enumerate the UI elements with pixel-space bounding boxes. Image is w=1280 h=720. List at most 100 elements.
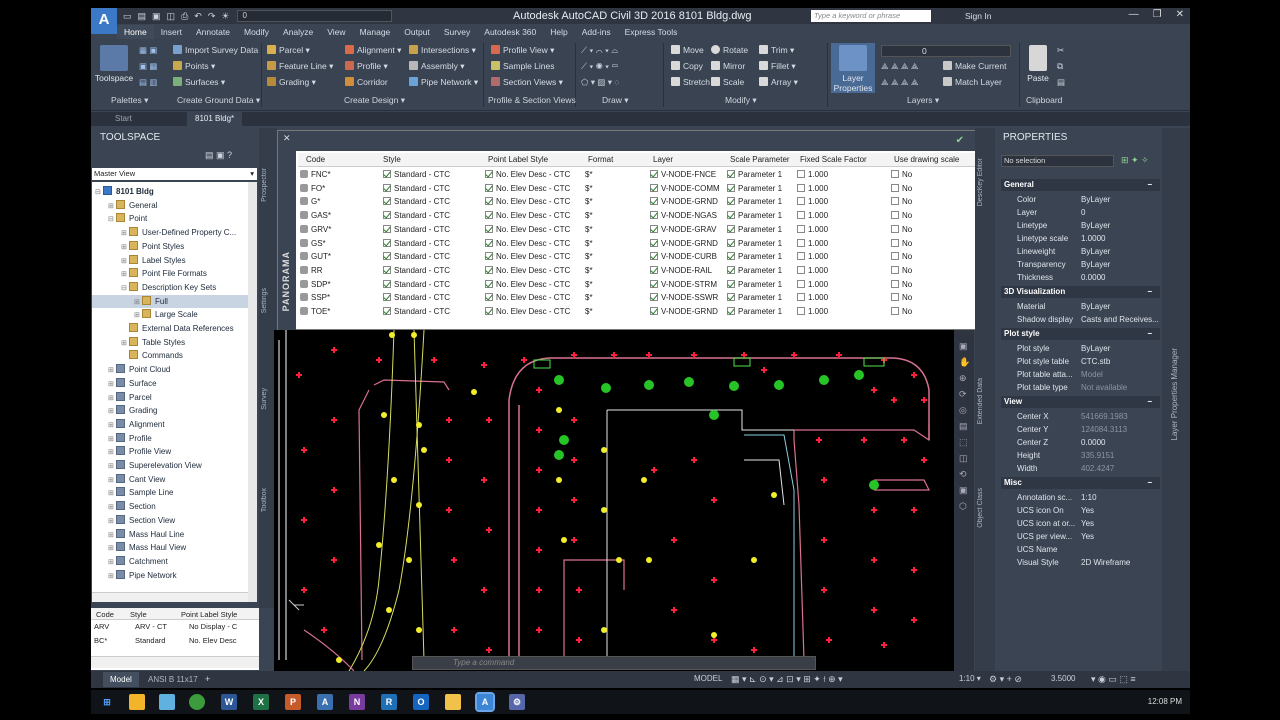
property-category[interactable]: 3D Visualization − [1001,286,1160,298]
tree-node[interactable]: ⊟ Description Key Sets [92,281,248,294]
assembly-button[interactable]: Assembly ▾ [409,61,464,72]
column-header[interactable]: Use drawing scale [894,153,959,167]
rotate-button[interactable]: Rotate [711,45,748,55]
grid-cell[interactable]: No. Elev Desc - CTC [485,223,570,237]
header-style[interactable]: Style [130,610,147,619]
tab-home[interactable]: Home [117,25,154,39]
checkbox[interactable] [383,238,391,247]
expand-icon[interactable]: ⊞ [121,241,129,254]
checkbox[interactable] [383,211,391,220]
tab-prospector[interactable]: Prospector [261,168,268,202]
scale-button[interactable]: Scale [711,77,744,87]
grid-cell[interactable]: GUT* [300,250,331,264]
table-row[interactable]: FNC* Standard - CTC No. Elev Desc - CTC $* V… [298,168,978,182]
checkbox[interactable] [650,293,658,302]
corridor-button[interactable]: Corridor [345,77,388,87]
tree-horizontal-scrollbar[interactable] [92,592,248,602]
checkbox[interactable] [383,293,391,302]
palette-icons[interactable]: ▦ ▣ [139,45,157,56]
tree-node[interactable]: ⊞ Grading [92,404,248,417]
collapse-icon[interactable]: ⊟ [121,282,129,295]
layer-tools-row2[interactable]: ⟁ ⟁ ⟁ ⟁ [881,77,918,88]
grid-cell[interactable]: GS* [300,237,326,251]
points-button[interactable]: Points ▾ [173,61,215,72]
panel-create-ground[interactable]: Create Ground Data ▾ [177,95,260,106]
grid-cell[interactable]: Standard - CTC [383,168,450,182]
grid-cell[interactable]: Parameter 1 [727,195,782,209]
checkbox[interactable] [485,238,493,247]
grid-cell[interactable]: No [891,264,912,278]
grid-cell[interactable]: TOE* [300,305,330,319]
tab-autodesk-360[interactable]: Autodesk 360 [477,25,543,39]
checkbox[interactable] [797,279,805,288]
column-header[interactable]: Format [588,153,613,167]
checkbox[interactable] [485,170,493,178]
grid-cell[interactable]: SDP* [300,278,331,292]
profile-view-button[interactable]: Profile View ▾ [491,45,554,56]
tree-node[interactable]: ⊟ Point [92,212,248,225]
layer-icon[interactable]: ☀ [221,11,229,22]
checkbox[interactable] [727,197,735,206]
expand-icon[interactable]: ⊞ [108,392,116,405]
table-row[interactable]: FO* Standard - CTC No. Elev Desc - CTC $* V-… [298,182,978,196]
panel-draw[interactable]: Draw ▾ [602,95,628,106]
hatch-tools[interactable]: ⬠ ▾ ▨ ▾ ◌ [581,77,619,88]
tab-layer-properties-manager[interactable]: Layer Properties Manager [1170,348,1179,441]
grid-cell[interactable]: 1.000 [797,223,828,237]
checkbox[interactable] [891,307,899,315]
tab-settings[interactable]: Settings [261,288,268,313]
save-icon[interactable]: ▣ [152,11,161,22]
expand-icon[interactable]: ⊞ [108,200,116,213]
checkbox[interactable] [797,211,805,220]
tree-node[interactable]: ⊞ Superelevation View [92,459,248,472]
table-row[interactable]: GRV* Standard - CTC No. Elev Desc - CTC $* V… [298,223,978,237]
table-row[interactable]: GS* Standard - CTC No. Elev Desc - CTC $* V-… [298,237,978,251]
grid-cell[interactable]: $* [585,291,593,305]
grid-cell[interactable]: Parameter 1 [727,237,782,251]
grid-cell[interactable]: Parameter 1 [727,168,782,182]
checkbox[interactable] [891,170,899,178]
column-header[interactable]: Layer [653,153,673,167]
checkbox[interactable] [650,211,658,220]
property-row[interactable]: UCS icon at or... Yes [1001,517,1160,530]
grid-cell[interactable]: No. Elev Desc - CTC [485,278,570,292]
grid-cell[interactable]: V-NODE-GRAV [650,223,716,237]
property-row[interactable]: UCS per view... Yes [1001,530,1160,543]
panel-clipboard[interactable]: Clipboard [1026,95,1062,105]
alignment-button[interactable]: Alignment ▾ [345,45,401,56]
nav-tools[interactable]: ▣ ✋ ⊕ ⟳ ◎ ▤ ⬚ ◫ ⟲ ▣ ⬡ [959,338,970,514]
command-line-input[interactable]: Type a command [412,656,816,670]
table-row[interactable]: ARV ARV - CT No Display - C [91,622,259,634]
checkbox[interactable] [650,252,658,261]
parcel-button[interactable]: Parcel ▾ [267,45,310,56]
grid-cell[interactable]: V-NODE-GRND [650,237,718,251]
tree-node[interactable]: ⊞ Label Styles [92,254,248,267]
grid-cell[interactable]: $* [585,182,593,196]
explorer-icon[interactable] [159,694,175,710]
civil3d-icon[interactable]: A [475,692,495,712]
tab-layout-ansi-b[interactable]: ANSI B 11x17 [141,672,205,687]
annotation-scale[interactable]: 1:10 ▾ [959,674,981,683]
settings-icon[interactable]: ⚙ [509,694,525,710]
checkbox[interactable] [727,183,735,192]
windows-icon[interactable]: ⊞ [99,694,115,710]
property-category[interactable]: Plot style − [1001,328,1160,340]
property-row[interactable]: Lineweight ByLayer [1001,245,1160,258]
expand-icon[interactable]: ⊞ [121,255,129,268]
checkbox[interactable] [485,211,493,220]
panel-profile-section[interactable]: Profile & Section Views [488,95,576,105]
grid-cell[interactable]: $* [585,223,593,237]
checkbox[interactable] [727,307,735,315]
powerpoint-icon[interactable]: P [285,694,301,710]
line-tools[interactable]: ⟋ ▾ ⌒ ▾ ⌓ [581,45,618,56]
add-layout-icon[interactable]: + [205,674,210,684]
layer-tools-row1[interactable]: ⟁ ⟁ ⟁ ⟁ [881,61,918,72]
grid-cell[interactable]: Standard - CTC [383,250,450,264]
expand-icon[interactable]: ⊞ [108,570,116,583]
tab-insert[interactable]: Insert [154,25,189,39]
quick-select-icon[interactable]: ⊞ ✦ ✧ [1121,155,1149,166]
grid-cell[interactable]: $* [585,264,593,278]
tree-node[interactable]: ⊞ Alignment [92,418,248,431]
grid-cell[interactable]: No. Elev Desc - CTC [485,291,570,305]
search-input[interactable]: Type a keyword or phrase [811,10,931,22]
